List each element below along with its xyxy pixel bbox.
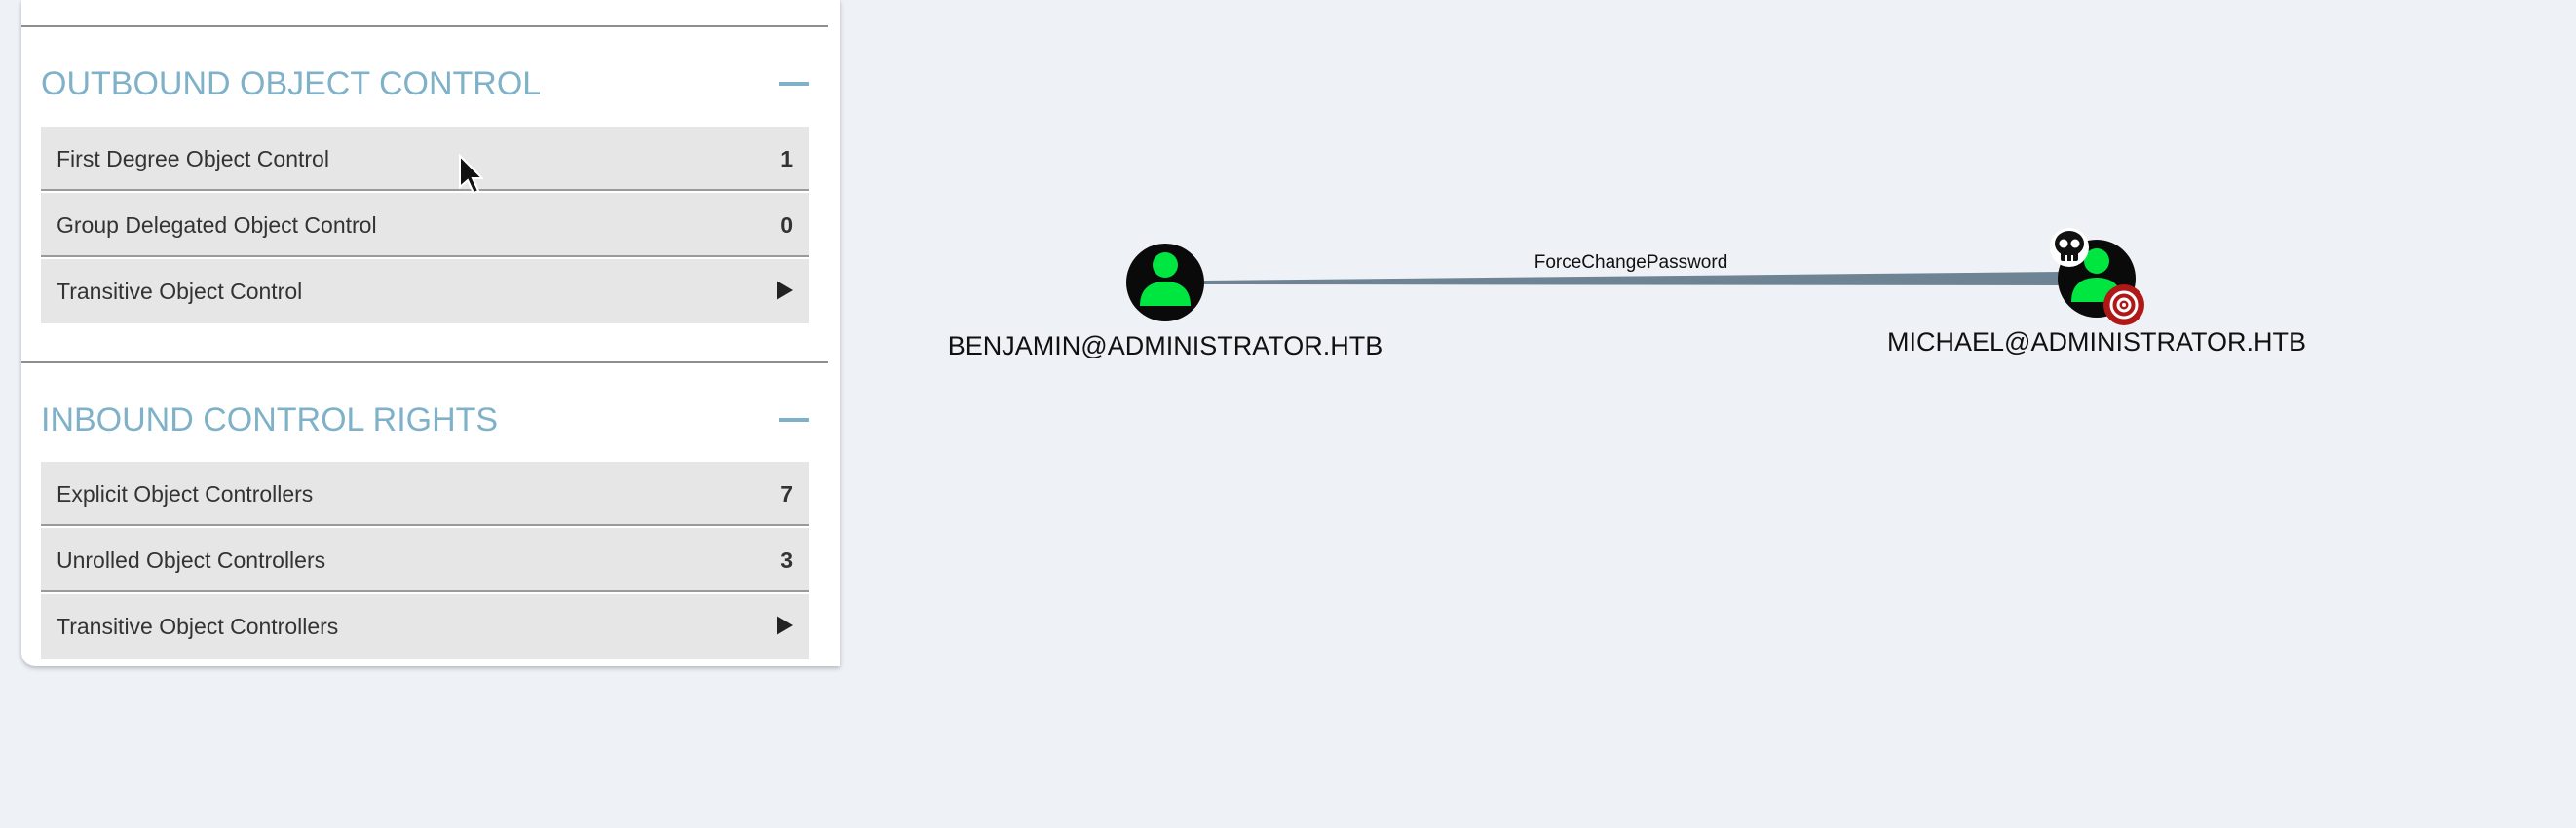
row-count: 3 bbox=[780, 547, 793, 573]
section-header-inbound[interactable]: INBOUND CONTROL RIGHTS bbox=[41, 395, 820, 444]
section-title-inbound: INBOUND CONTROL RIGHTS bbox=[41, 401, 499, 438]
mouse-cursor-icon bbox=[459, 154, 483, 195]
node-info-panel: OUTBOUND OBJECT CONTROL First Degree Obj… bbox=[21, 0, 840, 666]
play-arrow-icon[interactable] bbox=[777, 281, 793, 300]
row-transitive-object-controllers[interactable]: Transitive Object Controllers bbox=[41, 594, 809, 659]
collapse-icon[interactable] bbox=[779, 82, 809, 86]
node-label-benjamin: BENJAMIN@ADMINISTRATOR.HTB bbox=[947, 331, 1383, 360]
row-label: Unrolled Object Controllers bbox=[57, 547, 326, 573]
row-unrolled-object-controllers[interactable]: Unrolled Object Controllers 3 bbox=[41, 528, 809, 592]
divider bbox=[21, 361, 828, 363]
row-count: 1 bbox=[780, 146, 793, 171]
row-label: Group Delegated Object Control bbox=[57, 212, 377, 238]
skull-icon bbox=[2050, 228, 2089, 267]
node-benjamin[interactable] bbox=[1126, 244, 1204, 321]
collapse-icon[interactable] bbox=[779, 418, 809, 422]
divider bbox=[21, 25, 828, 27]
graph-canvas[interactable]: ForceChangePassword BENJAMIN@ADMINISTRAT… bbox=[0, 0, 2576, 828]
node-michael[interactable] bbox=[2050, 228, 2144, 325]
row-group-delegated-object-control[interactable]: Group Delegated Object Control 0 bbox=[41, 193, 809, 257]
edge-label: ForceChangePassword bbox=[1534, 252, 1728, 273]
section-header-outbound[interactable]: OUTBOUND OBJECT CONTROL bbox=[41, 59, 820, 108]
row-label: Transitive Object Controllers bbox=[57, 614, 339, 639]
target-icon bbox=[2103, 284, 2144, 325]
play-arrow-icon[interactable] bbox=[777, 616, 793, 635]
row-label: Transitive Object Control bbox=[57, 279, 303, 304]
node-label-michael: MICHAEL@ADMINISTRATOR.HTB bbox=[1887, 327, 2306, 357]
row-count: 7 bbox=[780, 481, 793, 507]
section-title-outbound: OUTBOUND OBJECT CONTROL bbox=[41, 65, 542, 102]
row-first-degree-object-control[interactable]: First Degree Object Control 1 bbox=[41, 127, 809, 191]
row-label: Explicit Object Controllers bbox=[57, 481, 314, 507]
edge-forcechangepassword[interactable] bbox=[1204, 272, 2062, 285]
row-explicit-object-controllers[interactable]: Explicit Object Controllers 7 bbox=[41, 462, 809, 526]
row-transitive-object-control[interactable]: Transitive Object Control bbox=[41, 259, 809, 323]
row-label: First Degree Object Control bbox=[57, 146, 329, 171]
row-count: 0 bbox=[780, 212, 793, 238]
